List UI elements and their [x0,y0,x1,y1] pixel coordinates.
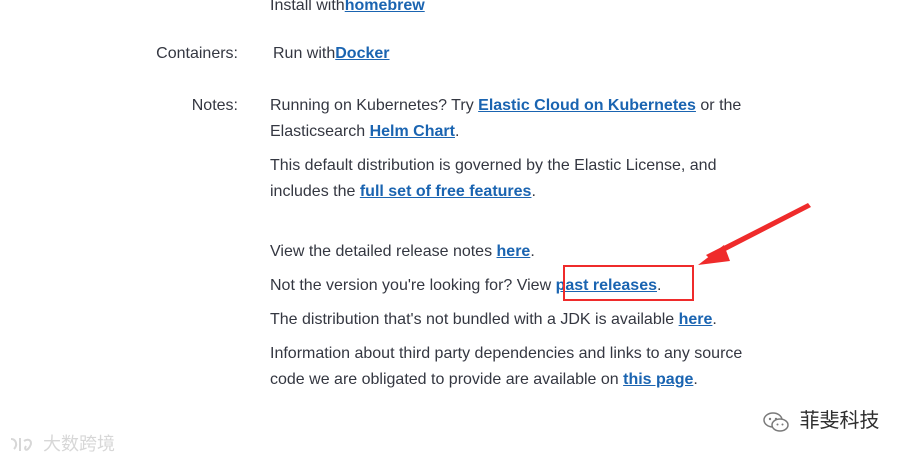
notes-text: . [693,371,698,388]
notes-text: Not the version you're looking for? View [270,277,556,294]
release-notes-here-link[interactable]: here [497,243,531,260]
third-party-paragraph: Information about third party dependenci… [270,341,750,393]
containers-row: Run withDocker [273,41,773,67]
release-notes-paragraph: View the detailed release notes here. [270,239,770,265]
homebrew-link[interactable]: homebrew [345,0,425,14]
watermark-logo-icon [10,438,32,452]
notes-text: . [530,243,535,260]
elastic-cloud-on-kubernetes-link[interactable]: Elastic Cloud on Kubernetes [478,97,696,114]
wechat-icon [763,411,789,432]
no-jdk-paragraph: The distribution that's not bundled with… [270,307,770,333]
this-page-link[interactable]: this page [623,371,693,388]
install-text: Install with [270,0,345,14]
notes-text: View the detailed release notes [270,243,497,260]
past-releases-paragraph: Not the version you're looking for? View… [270,273,770,299]
right-watermark-text: 菲斐科技 [799,410,880,432]
notes-label: Notes: [191,97,238,114]
notes-text: The distribution that's not bundled with… [270,311,679,328]
right-watermark: 菲斐科技 [762,404,880,434]
left-watermark: 大数跨境 [8,430,115,456]
containers-label: Containers: [156,45,238,62]
notes-text: Running on Kubernetes? Try [270,97,479,114]
notes-text: . [656,277,662,294]
left-watermark-text: 大数跨境 [43,434,116,454]
helm-chart-link[interactable]: Helm Chart [370,123,455,140]
free-features-link[interactable]: full set of free features [360,183,532,200]
no-jdk-here-link[interactable]: here [679,311,713,328]
notes-text: . [454,123,460,140]
notes-license-paragraph: This default distribution is governed by… [270,153,770,205]
notes-text: . [712,311,717,328]
past-releases-link[interactable]: past releases [556,277,657,294]
notes-text: . [531,183,536,200]
install-row: Install withhomebrew [270,0,770,19]
docker-link[interactable]: Docker [335,45,389,62]
notes-kubernetes-paragraph: Running on Kubernetes? Try Elastic Cloud… [270,93,770,145]
containers-text: Run with [273,45,336,62]
